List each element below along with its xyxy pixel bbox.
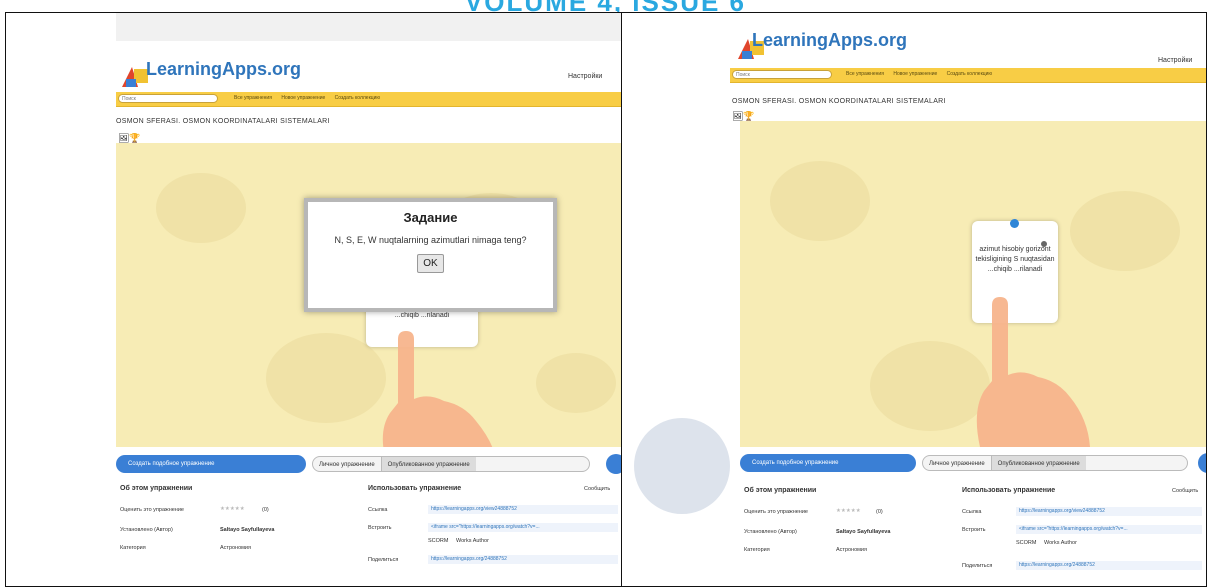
author-value[interactable]: Saltayo Sayfullayeva — [836, 529, 890, 535]
rating-count: (0) — [262, 507, 269, 513]
about-heading: Об этом упражнении — [120, 485, 193, 492]
link-label: Ссылка — [368, 507, 388, 513]
rating-count: (0) — [876, 509, 883, 515]
exercise-area[interactable]: ...chiqib ...rilanadi Задание N, S, E, W… — [116, 143, 622, 447]
category-value[interactable]: Астрономия — [836, 547, 867, 553]
nav-create-collection[interactable]: Создать коллекцию — [947, 71, 993, 77]
share-label: Поделиться — [368, 557, 399, 563]
nav-new-exercise[interactable]: Новое упражнение — [893, 71, 937, 77]
left-screenshot-frame: LearningApps.org Настройки Поиск Все упр… — [5, 12, 623, 587]
nav-all-exercises[interactable]: Все упражнения — [846, 71, 884, 77]
task-dialog: Задание N, S, E, W nuqtalarning azimutla… — [304, 198, 557, 312]
private-option[interactable]: Личное упражнение — [923, 456, 991, 472]
share-url[interactable]: https://learningapps.org/24888752 — [428, 555, 618, 564]
ok-button[interactable]: OK — [417, 254, 444, 273]
share-url[interactable]: https://learningapps.org/24888752 — [1016, 561, 1202, 570]
published-option[interactable]: Опубликованное упражнение — [380, 457, 476, 471]
rating-stars-icon[interactable]: ★★★★★ — [836, 508, 861, 514]
about-heading: Об этом упражнении — [744, 487, 817, 494]
works-author-link[interactable]: Works Author — [456, 538, 489, 544]
left-learningapps-page: LearningApps.org Настройки Поиск Все упр… — [116, 13, 622, 586]
category-value[interactable]: Астрономия — [220, 545, 251, 551]
visibility-toggle: Личное упражнение Опубликованное упражнен… — [312, 456, 590, 472]
category-label: Категория — [744, 547, 770, 553]
decorative-circle — [634, 418, 730, 514]
embed-label: Встроить — [962, 527, 986, 533]
embed-code[interactable]: <iframe src="https://learningapps.org/wa… — [428, 523, 618, 532]
rate-label: Оценить это упражнение — [744, 509, 808, 515]
breadcrumb: OSMON SFERASI. OSMON KOORDINATALARI SIST… — [116, 118, 330, 125]
nav-create-collection[interactable]: Создать коллекцию — [335, 95, 381, 101]
visibility-toggle: Личное упражнение Опубликованное упражнен… — [922, 455, 1188, 471]
settings-link[interactable]: Настройки — [568, 73, 602, 80]
search-input[interactable]: Поиск — [732, 70, 832, 79]
report-link[interactable]: Сообщить — [584, 486, 610, 492]
rating-stars-icon[interactable]: ★★★★★ — [220, 506, 245, 512]
dialog-title: Задание — [403, 210, 458, 225]
edit-round-button[interactable] — [1198, 453, 1206, 473]
rate-label: Оценить это упражнение — [120, 507, 184, 513]
nav-bar: Поиск Все упражнения Новое упражнение Со… — [116, 92, 622, 107]
drag-pin-icon[interactable] — [1010, 219, 1019, 228]
author-label: Установлено (Автор) — [744, 529, 797, 535]
nav-all-exercises[interactable]: Все упражнения — [234, 95, 272, 101]
logo-text[interactable]: LearningApps.org — [752, 30, 907, 51]
link-url[interactable]: https://learningapps.org/view24888752 — [1016, 507, 1202, 516]
use-heading: Использовать упражнение — [368, 485, 462, 492]
scorm-link[interactable]: SCORM — [1016, 540, 1036, 546]
nav-bar: Поиск Все упражнения Новое упражнение Со… — [730, 68, 1206, 83]
create-similar-button[interactable]: Создать подобное упражнение — [116, 455, 306, 473]
author-label: Установлено (Автор) — [120, 527, 173, 533]
dialog-question: N, S, E, W nuqtalarning azimutlari nimag… — [334, 235, 527, 245]
published-option[interactable]: Опубликованное упражнение — [990, 456, 1086, 470]
info-section: Об этом упражнении Использовать упражнен… — [116, 483, 622, 583]
nav-items: Все упражнения Новое упражнение Создать … — [846, 71, 1000, 77]
exercise-area[interactable]: azimut hisobiy gorizont tekisligining S … — [740, 121, 1206, 447]
right-learningapps-page: LearningApps.org Настройки Поиск Все упр… — [730, 13, 1206, 586]
browser-top-strip — [116, 13, 622, 41]
category-label: Категория — [120, 545, 146, 551]
works-author-link[interactable]: Works Author — [1044, 540, 1077, 546]
private-option[interactable]: Личное упражнение — [313, 457, 381, 473]
pointing-hand-icon — [382, 331, 493, 447]
breadcrumb: OSMON SFERASI. OSMON KOORDINATALARI SIST… — [732, 98, 946, 105]
embed-code[interactable]: <iframe src="https://learningapps.org/wa… — [1016, 525, 1202, 534]
link-url[interactable]: https://learningapps.org/view24888752 — [428, 505, 618, 514]
scorm-link[interactable]: SCORM — [428, 538, 448, 544]
embed-label: Встроить — [368, 525, 392, 531]
author-value[interactable]: Saltayo Sayfullayeva — [220, 527, 274, 533]
settings-link[interactable]: Настройки — [1158, 57, 1192, 64]
search-input[interactable]: Поиск — [118, 94, 218, 103]
card-gear-icon[interactable] — [1041, 241, 1047, 247]
logo-text[interactable]: LearningApps.org — [146, 59, 301, 80]
share-label: Поделиться — [962, 563, 993, 569]
page-header: VOLUME 4, ISSUE 6 — [0, 0, 1211, 17]
nav-items: Все упражнения Новое упражнение Создать … — [234, 95, 388, 101]
pointing-hand-icon — [976, 297, 1090, 447]
link-label: Ссылка — [962, 509, 982, 515]
report-link[interactable]: Сообщить — [1172, 488, 1198, 494]
nav-new-exercise[interactable]: Новое упражнение — [281, 95, 325, 101]
create-similar-button[interactable]: Создать подобное упражнение — [740, 454, 916, 472]
use-heading: Использовать упражнение — [962, 487, 1056, 494]
info-section: Об этом упражнении Использовать упражнен… — [740, 483, 1206, 583]
